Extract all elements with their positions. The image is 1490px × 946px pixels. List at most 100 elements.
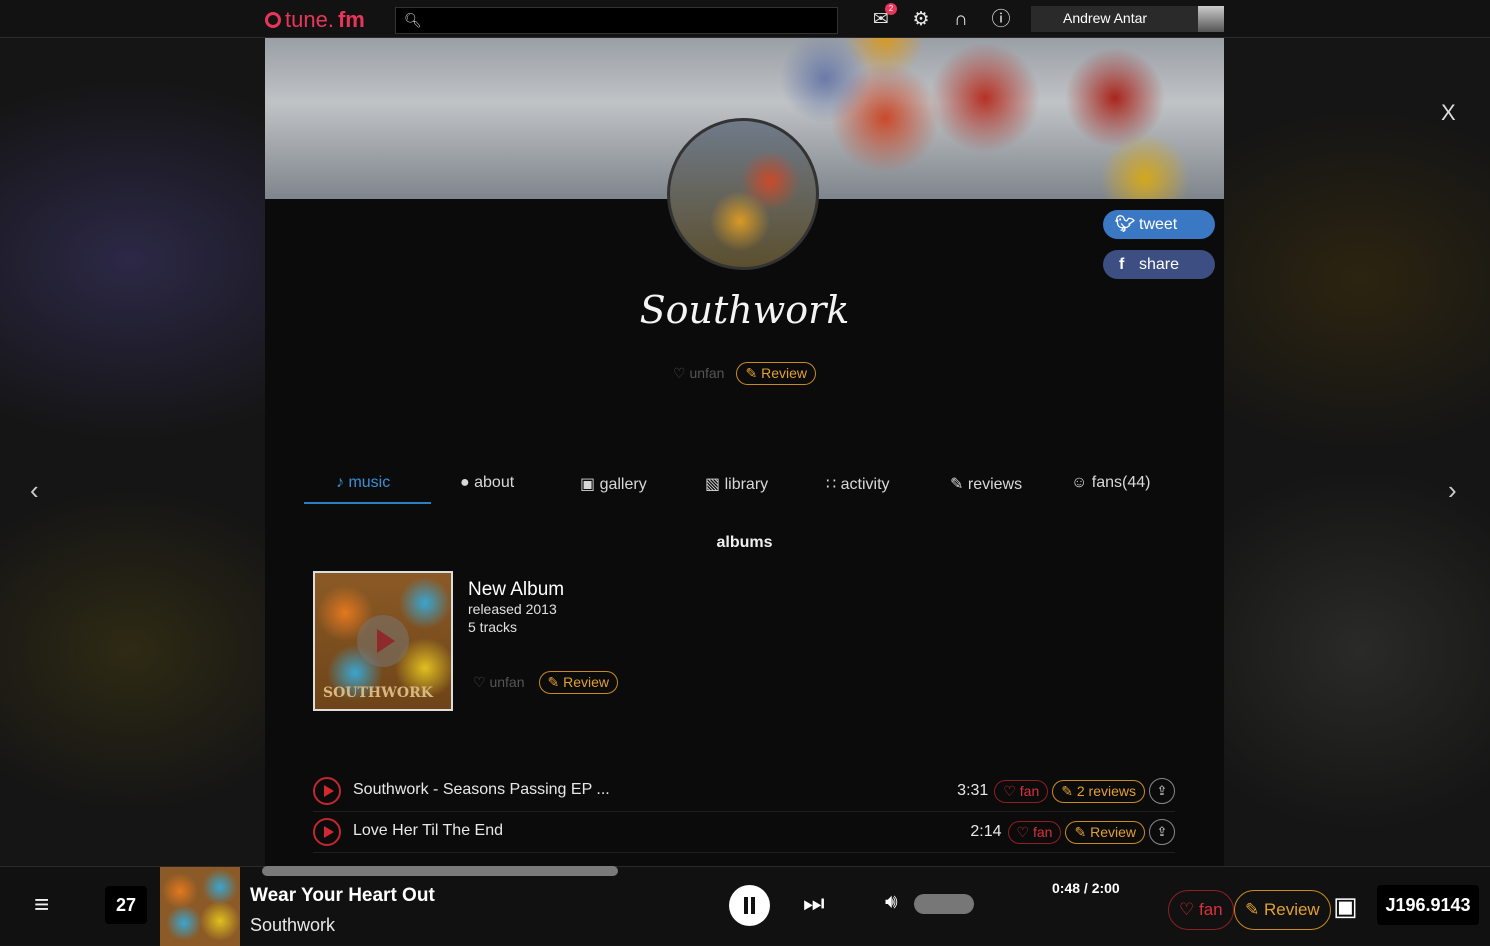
top-bar: tune.fm 🔍︎ ✉2 ⚙ ∩ ⓘ Andrew Antar	[0, 0, 1490, 38]
unfan-button[interactable]: ♡ unfan	[673, 365, 725, 382]
logo-suffix: fm	[338, 7, 365, 33]
track-duration: 2:14	[970, 823, 1001, 841]
tab-reviews-label: reviews	[968, 476, 1022, 493]
track-actions: 2:14 ♡ fan ✎ Review ⇪	[970, 819, 1175, 845]
prev-artist-arrow[interactable]: ‹	[30, 475, 39, 506]
wallet-icon[interactable]: ▣	[1333, 891, 1358, 922]
tab-music[interactable]: ♪ music	[336, 474, 390, 492]
user-avatar	[1198, 6, 1224, 32]
player-fan-button[interactable]: ♡ fan	[1168, 890, 1234, 930]
track-actions: 3:31 ♡ fan ✎ 2 reviews ⇪	[957, 778, 1175, 804]
artist-tabs: ♪ music ● about ▣ gallery ▧ library ∷ ac…	[304, 466, 1184, 504]
facebook-share-button[interactable]: f share	[1103, 250, 1215, 279]
tunefm-logo[interactable]: tune.fm	[265, 7, 365, 33]
facebook-icon: f	[1119, 250, 1124, 279]
next-track-icon[interactable]: ⏭︎	[803, 890, 825, 918]
tab-library-label: library	[725, 476, 769, 493]
search-input[interactable]: 🔍︎	[395, 7, 838, 34]
tab-about-label: about	[474, 474, 514, 491]
close-button[interactable]: X	[1441, 100, 1456, 126]
tab-activity[interactable]: ∷ activity	[826, 474, 890, 494]
track-fan-button[interactable]: ♡ fan	[994, 780, 1048, 803]
volume-icon[interactable]: 🔊︎	[885, 891, 898, 914]
unfan-label: unfan	[689, 365, 724, 381]
mail-badge: 2	[885, 3, 897, 15]
album-release-year: released 2013	[468, 601, 557, 617]
queue-count[interactable]: 27	[105, 886, 147, 924]
share-label: share	[1139, 250, 1179, 279]
user-menu[interactable]: Andrew Antar	[1031, 6, 1224, 32]
track-fan-label: fan	[1020, 783, 1039, 799]
pause-button[interactable]	[729, 885, 770, 926]
mail-icon[interactable]: ✉2	[869, 8, 893, 32]
track-review-button[interactable]: ✎ 2 reviews	[1052, 780, 1145, 803]
search-icon: 🔍︎	[404, 12, 422, 29]
track-review-label: Review	[1090, 824, 1136, 840]
next-artist-arrow[interactable]: ›	[1448, 475, 1457, 506]
album-unfan-button[interactable]: ♡ unfan	[473, 674, 525, 691]
now-playing-title[interactable]: Wear Your Heart Out	[250, 885, 435, 907]
player-review-button[interactable]: ✎ Review	[1234, 890, 1331, 930]
library-icon: ▧	[705, 476, 720, 493]
track-review-button[interactable]: ✎ Review	[1065, 821, 1145, 844]
album-title[interactable]: New Album	[468, 579, 564, 601]
review-icon: ✎	[950, 476, 963, 493]
tab-library[interactable]: ▧ library	[705, 474, 768, 494]
share-icon[interactable]: ⇪	[1149, 819, 1175, 845]
tweet-button[interactable]: 🐦︎ tweet	[1103, 210, 1215, 239]
track-row[interactable]: Southwork - Seasons Passing EP ... 3:31 …	[313, 771, 1175, 812]
person-icon: ●	[460, 474, 470, 491]
artist-panel: 🐦︎ tweet f share Southwork ♡ unfan ✎ Rev…	[265, 38, 1224, 866]
headphones-icon[interactable]: ∩	[949, 8, 973, 32]
tab-fans-label: fans(44)	[1092, 474, 1151, 491]
track-fan-button[interactable]: ♡ fan	[1008, 821, 1062, 844]
share-icon[interactable]: ⇪	[1149, 778, 1175, 804]
tab-music-label: music	[348, 474, 390, 491]
user-name: Andrew Antar	[1063, 10, 1147, 26]
album-actions: ♡ unfan ✎ Review	[473, 671, 618, 694]
album-cover[interactable]: SOUTHWORK	[313, 571, 453, 711]
tweet-label: tweet	[1139, 210, 1177, 239]
people-icon: ☺	[1071, 474, 1087, 491]
wallet-balance[interactable]: J196.9143	[1377, 885, 1479, 925]
review-label: Review	[761, 365, 807, 381]
tab-fans[interactable]: ☺ fans(44)	[1071, 474, 1151, 492]
active-tab-underline	[304, 502, 431, 504]
album-review-label: Review	[563, 674, 609, 690]
logo-prefix: tune.	[285, 7, 334, 33]
tab-reviews[interactable]: ✎ reviews	[950, 474, 1022, 494]
album-unfan-label: unfan	[489, 674, 524, 690]
track-play-icon[interactable]	[313, 818, 341, 846]
playback-time: 0:48 / 2:00	[1052, 880, 1120, 896]
now-playing-artist[interactable]: Southwork	[250, 915, 335, 936]
track-title: Southwork - Seasons Passing EP ...	[353, 781, 610, 799]
volume-slider[interactable]	[914, 894, 974, 914]
gear-icon[interactable]: ⚙	[909, 8, 933, 32]
album-play-icon[interactable]	[357, 615, 409, 667]
tab-gallery[interactable]: ▣ gallery	[580, 474, 647, 494]
twitter-icon: 🐦︎	[1115, 210, 1135, 239]
logo-icon	[265, 12, 281, 28]
tab-gallery-label: gallery	[600, 476, 647, 493]
review-button[interactable]: ✎ Review	[736, 362, 816, 385]
tab-activity-label: activity	[841, 476, 890, 493]
track-list: Southwork - Seasons Passing EP ... 3:31 …	[313, 771, 1175, 853]
queue-icon[interactable]: ≡	[34, 889, 49, 920]
album-review-button[interactable]: ✎ Review	[539, 671, 619, 694]
artist-avatar	[667, 118, 819, 270]
player-review-label: Review	[1264, 900, 1320, 919]
music-note-icon: ♪	[336, 474, 344, 491]
player-bar: ≡ 27 Wear Your Heart Out Southwork ⏭︎ 🔊︎…	[0, 866, 1490, 945]
albums-heading: albums	[265, 534, 1224, 552]
playback-progress-bar[interactable]	[262, 866, 618, 876]
info-icon[interactable]: ⓘ	[989, 8, 1013, 32]
tab-about[interactable]: ● about	[460, 474, 514, 492]
track-play-icon[interactable]	[313, 777, 341, 805]
track-row[interactable]: Love Her Til The End 2:14 ♡ fan ✎ Review…	[313, 812, 1175, 853]
track-title: Love Her Til The End	[353, 822, 503, 840]
now-playing-cover[interactable]	[160, 867, 240, 946]
artist-actions: ♡ unfan ✎ Review	[265, 362, 1224, 385]
track-fan-label: fan	[1033, 824, 1052, 840]
album-track-count: 5 tracks	[468, 619, 517, 635]
track-review-label: 2 reviews	[1077, 783, 1136, 799]
